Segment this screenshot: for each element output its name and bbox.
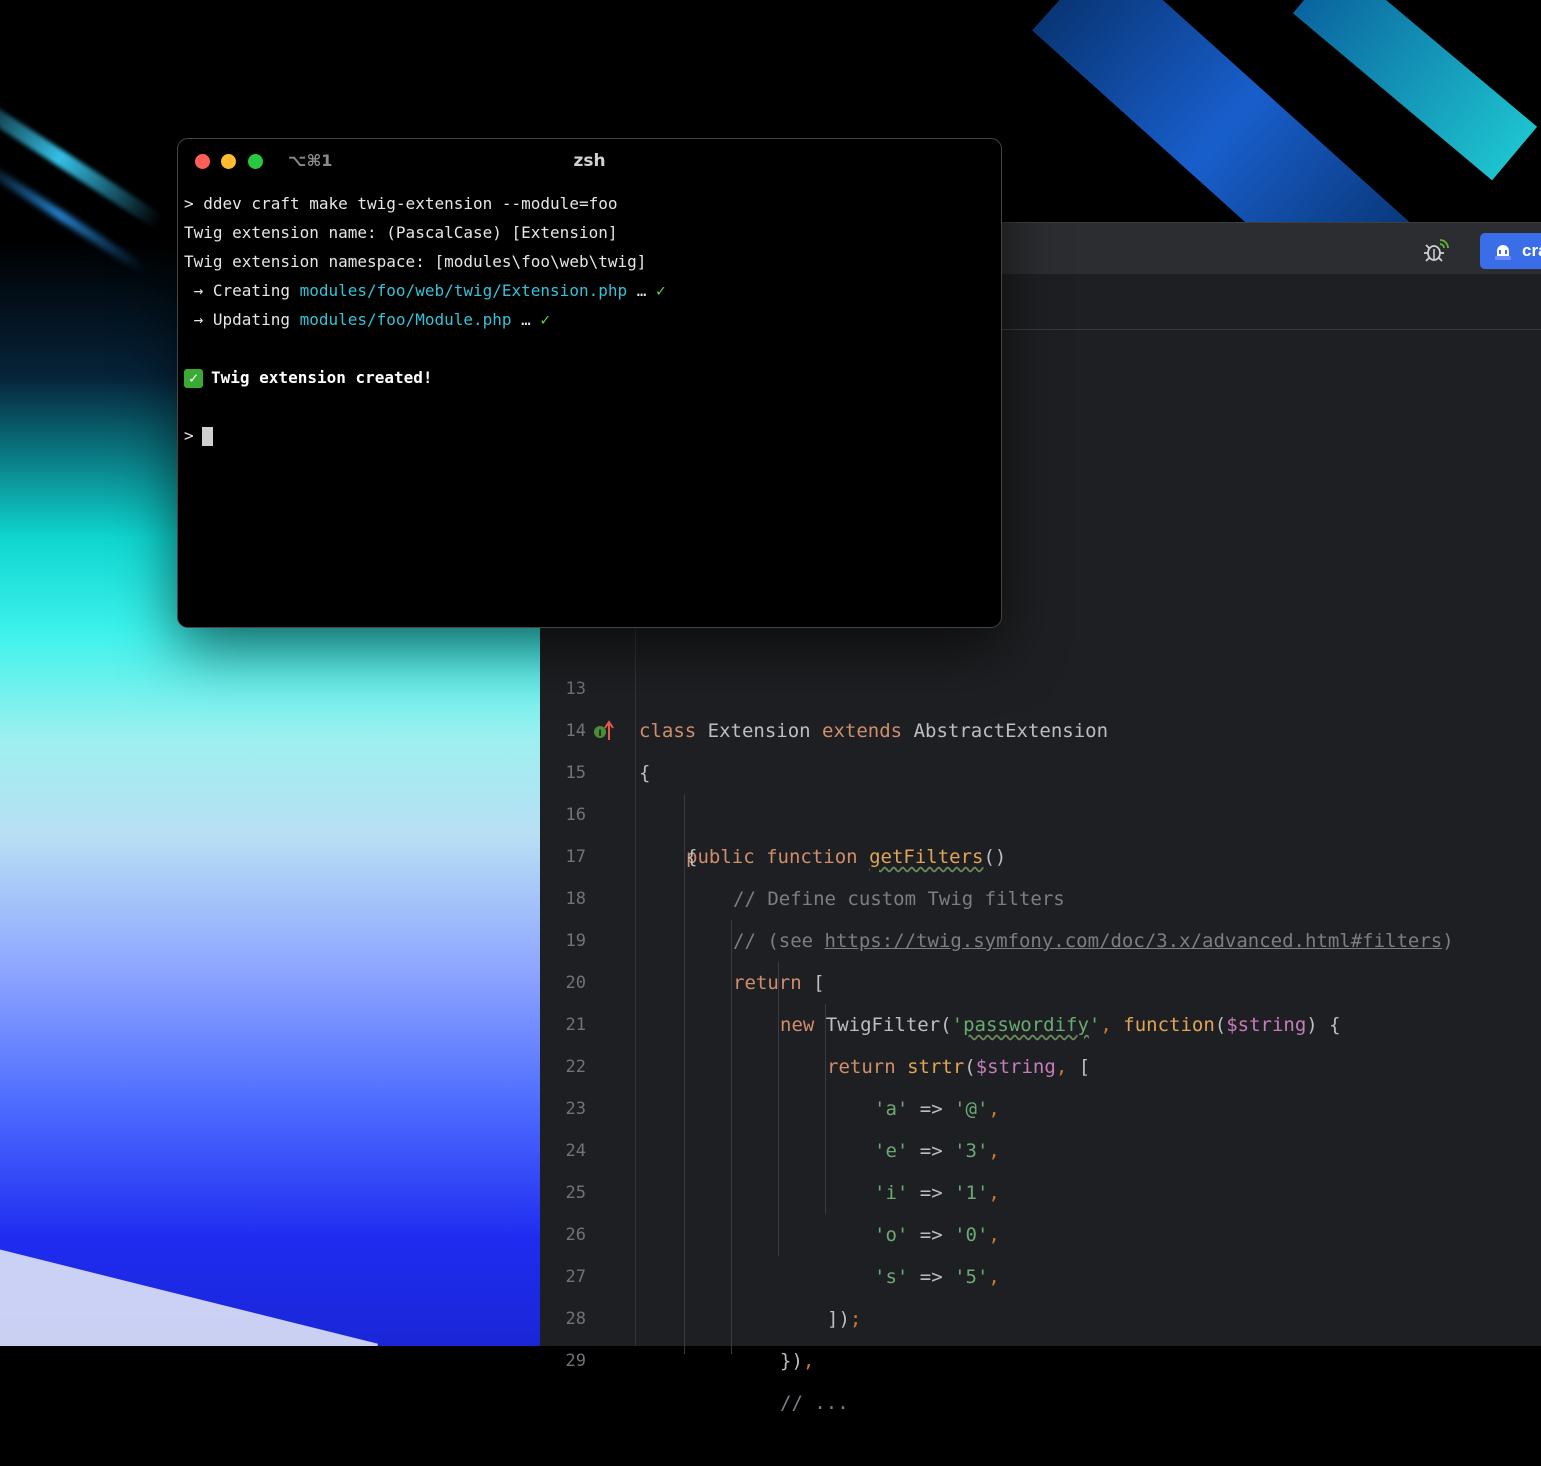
code-line: 25 'o' => '0', (540, 1130, 1541, 1246)
code-line: 13 class Extension extends AbstractExten… (540, 626, 1541, 742)
check-icon: ✓ (656, 281, 666, 300)
code-editor[interactable]: 13 class Extension extends AbstractExten… (540, 626, 1541, 1414)
terminal-line: Twig extension name: (PascalCase) [Exten… (184, 223, 618, 242)
code-comment: // ... (780, 1392, 849, 1414)
terminal-line: > ddev craft make twig-extension --modul… (184, 194, 618, 213)
terminal-output[interactable]: > ddev craft make twig-extension --modul… (184, 189, 991, 450)
debug-icon[interactable] (1422, 237, 1450, 265)
terminal-line: → Updating modules/foo/Module.php … ✓ (184, 305, 991, 334)
terminal-path: modules/foo/web/twig/Extension.php (299, 281, 628, 300)
check-icon: ✓ (540, 310, 551, 329)
craft-run-button[interactable]: cra (1480, 233, 1541, 269)
terminal-path: modules/foo/Module.php (299, 310, 512, 329)
terminal-text: … (511, 310, 541, 329)
code-token: , (802, 1350, 815, 1372)
code-line: 26 's' => '5', (540, 1172, 1541, 1288)
run-button-label: cra (1522, 241, 1541, 260)
code-line: 18 // (see https://twig.symfony.com/doc/… (540, 836, 1541, 952)
code-line: 22 'a' => '@', (540, 1004, 1541, 1120)
code-line: 19 return [ (540, 878, 1541, 994)
code-line: 14 { (540, 668, 1541, 784)
terminal-prompt[interactable]: > (184, 421, 991, 450)
craft-run-icon (1495, 245, 1511, 260)
code-line: 16 { (540, 752, 1541, 868)
text-cursor (201, 427, 213, 446)
code-line: 29 // ... (540, 1298, 1541, 1414)
terminal-line: ✓ Twig extension created! (184, 363, 991, 392)
code-line: 23 'e' => '3', (540, 1046, 1541, 1162)
svg-text:I: I (598, 729, 601, 739)
code-line: 28 }), (540, 1256, 1541, 1372)
code-line: 17 // Define custom Twig filters (540, 794, 1541, 910)
terminal-line: Twig extension namespace: [modules\foo\w… (184, 252, 647, 271)
success-message: Twig extension created! (211, 368, 433, 387)
line-number: 29 (565, 1351, 586, 1371)
code-token: }) (780, 1350, 803, 1372)
code-line: 20 new TwigFilter('passwordify', functio… (540, 920, 1541, 1036)
terminal-text: → Updating (184, 310, 300, 329)
override-method-icon[interactable]: I (592, 720, 614, 742)
code-line: 24 'i' => '1', (540, 1088, 1541, 1204)
terminal-text: → Creating (184, 281, 300, 300)
code-line: 21 return strtr($string, [ (540, 962, 1541, 1078)
code-line: 15 I public function getFilters() (540, 710, 1541, 868)
check-mark-icon: ✓ (184, 369, 203, 388)
terminal-window[interactable]: ⌥⌘1 zsh > ddev craft make twig-extension… (177, 138, 1002, 628)
prompt-symbol: > (184, 426, 194, 445)
terminal-line: → Creating modules/foo/web/twig/Extensio… (184, 276, 991, 305)
terminal-title: zsh (573, 151, 606, 171)
terminal-title-bar[interactable]: ⌥⌘1 zsh (178, 139, 1001, 185)
code-line: 27 ]); (540, 1214, 1541, 1330)
terminal-text: … (627, 281, 657, 300)
